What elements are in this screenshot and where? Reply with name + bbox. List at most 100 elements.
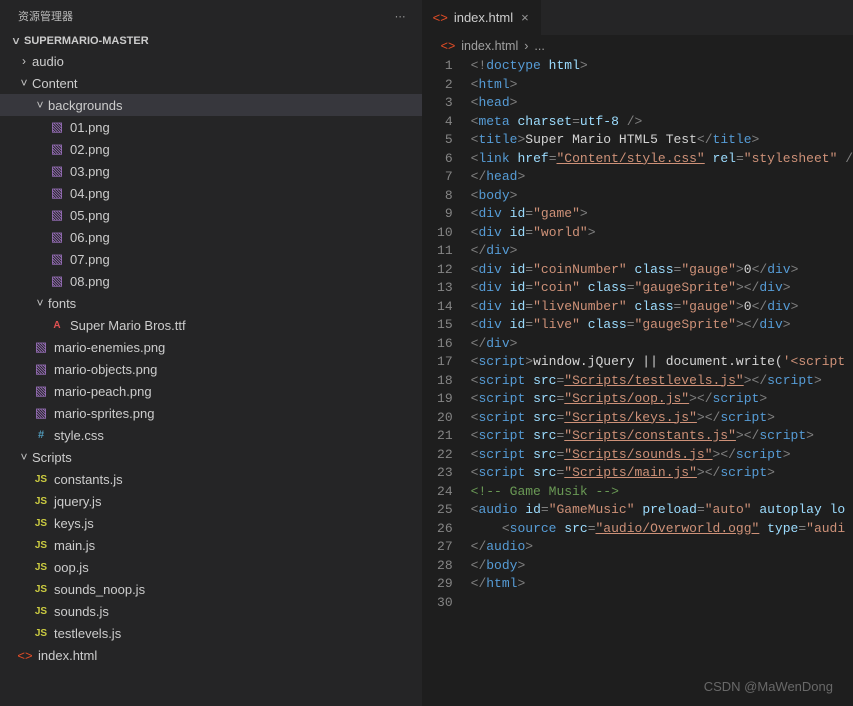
file-constants-js[interactable]: JSconstants.js <box>0 468 422 490</box>
html-file-icon: <> <box>16 648 34 663</box>
font-file-icon: A <box>48 320 66 331</box>
js-file-icon: JS <box>32 562 50 573</box>
tree-item-label: sounds.js <box>54 604 109 619</box>
watermark: CSDN @MaWenDong <box>704 679 833 694</box>
js-file-icon: JS <box>32 518 50 529</box>
img-file-icon: ▧ <box>32 339 50 355</box>
tree-item-label: style.css <box>54 428 104 443</box>
explorer-header: 资源管理器 ⋯ <box>0 0 422 32</box>
folder-scripts[interactable]: ˅Scripts <box>0 446 422 468</box>
project-name: SUPERMARIO-MASTER <box>24 35 149 47</box>
file-06-png[interactable]: ▧ 06.png <box>0 226 422 248</box>
file-tree: ›audio˅Content˅backgrounds▧01.png▧02.png… <box>0 50 422 706</box>
tree-item-label: mario-enemies.png <box>54 340 165 355</box>
tree-item-label: 03.png <box>70 164 110 179</box>
img-file-icon: ▧ <box>48 141 66 157</box>
css-file-icon: # <box>32 429 50 441</box>
tree-item-label: 05.png <box>70 208 110 223</box>
img-file-icon: ▧ <box>48 229 66 245</box>
chevron-down-icon: ˅ <box>8 34 24 48</box>
file-jquery-js[interactable]: JSjquery.js <box>0 490 422 512</box>
tree-item-label: sounds_noop.js <box>54 582 145 597</box>
chevron-down-icon: ˅ <box>16 76 32 90</box>
file-oop-js[interactable]: JS oop.js <box>0 556 422 578</box>
code-editor[interactable]: 1234567891011121314151617181920212223242… <box>423 57 853 706</box>
breadcrumb[interactable]: <> index.html › ... <box>423 35 853 57</box>
img-file-icon: ▧ <box>48 163 66 179</box>
tree-item-label: testlevels.js <box>54 626 121 641</box>
folder-audio[interactable]: ›audio <box>0 50 422 72</box>
code-content[interactable]: <!doctype html><html><head><meta charset… <box>471 57 853 706</box>
js-file-icon: JS <box>32 584 50 595</box>
breadcrumb-more: ... <box>534 39 544 53</box>
tree-item-label: 02.png <box>70 142 110 157</box>
html-file-icon: <> <box>433 10 448 25</box>
folder-backgrounds[interactable]: ˅backgrounds <box>0 94 422 116</box>
tree-item-label: Super Mario Bros.ttf <box>70 318 186 333</box>
tree-item-label: oop.js <box>54 560 89 575</box>
project-header[interactable]: ˅ SUPERMARIO-MASTER <box>0 32 422 50</box>
tree-item-label: jquery.js <box>54 494 101 509</box>
js-file-icon: JS <box>32 540 50 551</box>
file-super-mario-bros-ttf[interactable]: A Super Mario Bros.ttf <box>0 314 422 336</box>
editor-pane: <> index.html × <> index.html › ... 1234… <box>423 0 853 706</box>
html-file-icon: <> <box>441 39 456 53</box>
tree-item-label: 04.png <box>70 186 110 201</box>
close-icon[interactable]: × <box>519 8 531 27</box>
tree-item-label: mario-peach.png <box>54 384 152 399</box>
editor-tabs: <> index.html × <box>423 0 853 35</box>
file-sounds-js[interactable]: JSsounds.js <box>0 600 422 622</box>
explorer-title: 资源管理器 <box>18 8 73 24</box>
tab-label: index.html <box>454 10 513 25</box>
file-05-png[interactable]: ▧ 05.png <box>0 204 422 226</box>
chevron-right-icon: › <box>16 54 32 68</box>
file-02-png[interactable]: ▧ 02.png <box>0 138 422 160</box>
line-gutter: 1234567891011121314151617181920212223242… <box>423 57 471 706</box>
file-main-js[interactable]: JS main.js <box>0 534 422 556</box>
file-keys-js[interactable]: JS keys.js <box>0 512 422 534</box>
tree-item-label: 07.png <box>70 252 110 267</box>
tree-item-label: 01.png <box>70 120 110 135</box>
file-testlevels-js[interactable]: JStestlevels.js <box>0 622 422 644</box>
img-file-icon: ▧ <box>32 361 50 377</box>
tree-item-label: fonts <box>48 296 76 311</box>
img-file-icon: ▧ <box>48 119 66 135</box>
tree-item-label: constants.js <box>54 472 123 487</box>
file-mario-sprites-png[interactable]: ▧mario-sprites.png <box>0 402 422 424</box>
tree-item-label: mario-sprites.png <box>54 406 154 421</box>
explorer-sidebar: 资源管理器 ⋯ ˅ SUPERMARIO-MASTER ›audio˅Conte… <box>0 0 423 706</box>
tree-item-label: Scripts <box>32 450 72 465</box>
tree-item-label: Content <box>32 76 78 91</box>
file-style-css[interactable]: # style.css <box>0 424 422 446</box>
img-file-icon: ▧ <box>48 185 66 201</box>
img-file-icon: ▧ <box>48 207 66 223</box>
chevron-right-icon: › <box>524 39 528 53</box>
file-08-png[interactable]: ▧ 08.png <box>0 270 422 292</box>
file-index-html[interactable]: <> index.html <box>0 644 422 666</box>
tree-item-label: keys.js <box>54 516 94 531</box>
tree-item-label: main.js <box>54 538 95 553</box>
file-mario-enemies-png[interactable]: ▧ mario-enemies.png <box>0 336 422 358</box>
tree-item-label: audio <box>32 54 64 69</box>
folder-fonts[interactable]: ˅fonts <box>0 292 422 314</box>
file-07-png[interactable]: ▧ 07.png <box>0 248 422 270</box>
tree-item-label: index.html <box>38 648 97 663</box>
breadcrumb-file: index.html <box>461 39 518 53</box>
img-file-icon: ▧ <box>48 273 66 289</box>
tab-index-html[interactable]: <> index.html × <box>423 0 541 35</box>
folder-content[interactable]: ˅Content <box>0 72 422 94</box>
file-01-png[interactable]: ▧ 01.png <box>0 116 422 138</box>
file-sounds-noop-js[interactable]: JS sounds_noop.js <box>0 578 422 600</box>
file-mario-peach-png[interactable]: ▧mario-peach.png <box>0 380 422 402</box>
tree-item-label: 06.png <box>70 230 110 245</box>
tree-item-label: backgrounds <box>48 98 122 113</box>
file-03-png[interactable]: ▧ 03.png <box>0 160 422 182</box>
more-actions-icon[interactable]: ⋯ <box>395 10 406 23</box>
tree-item-label: mario-objects.png <box>54 362 157 377</box>
file-mario-objects-png[interactable]: ▧ mario-objects.png <box>0 358 422 380</box>
img-file-icon: ▧ <box>48 251 66 267</box>
file-04-png[interactable]: ▧ 04.png <box>0 182 422 204</box>
tree-item-label: 08.png <box>70 274 110 289</box>
chevron-down-icon: ˅ <box>32 296 48 310</box>
chevron-down-icon: ˅ <box>32 98 48 112</box>
